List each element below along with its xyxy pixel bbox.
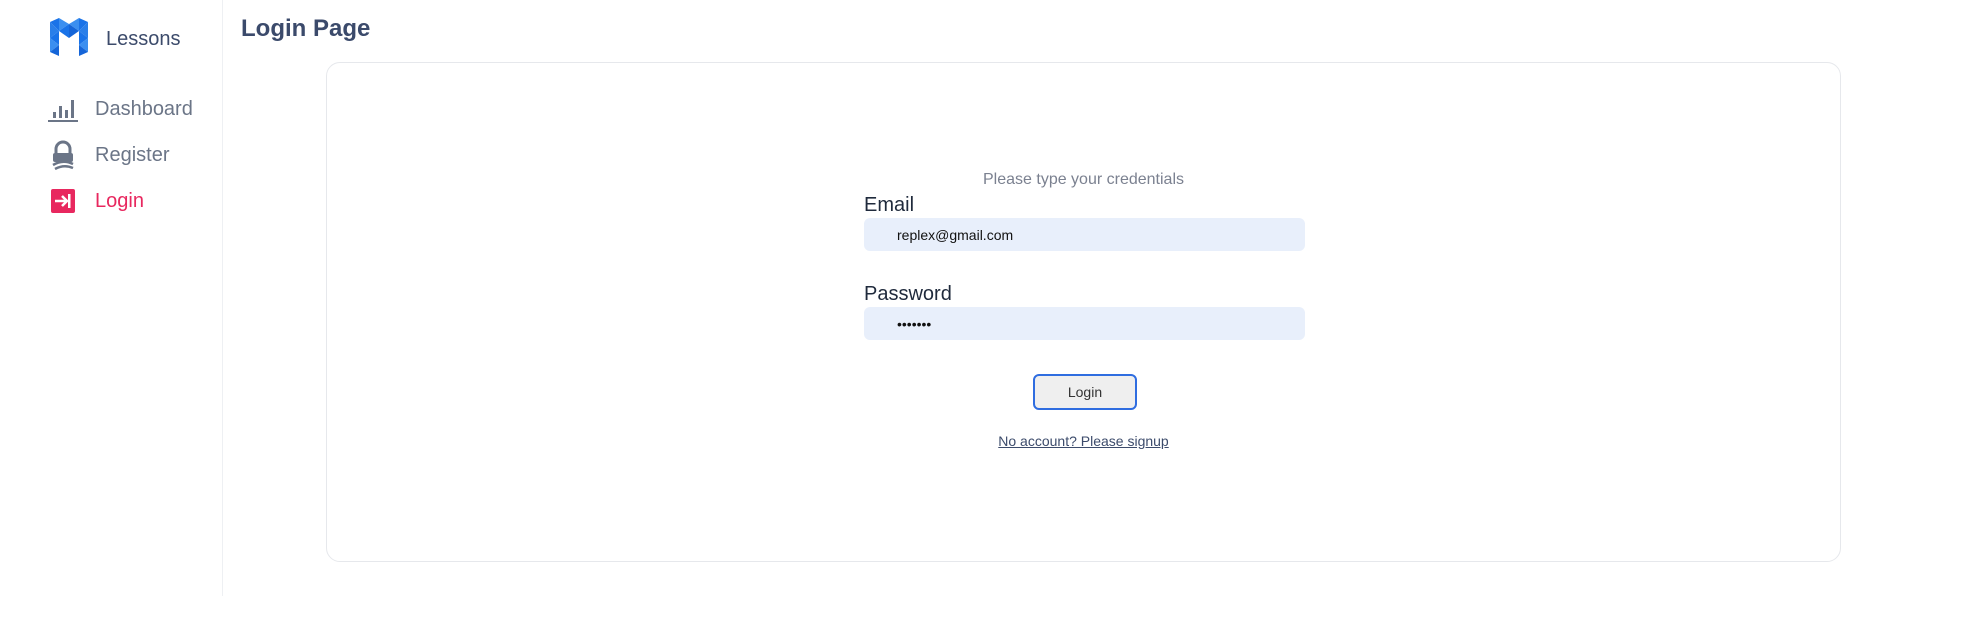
sidebar-item-register[interactable]: Register (47, 132, 193, 178)
brand[interactable]: Lessons (50, 18, 181, 61)
login-button[interactable]: Login (1033, 374, 1137, 410)
login-icon (47, 185, 79, 217)
sidebar-item-label: Login (95, 189, 144, 212)
sidebar-item-label: Dashboard (95, 97, 193, 120)
sidebar-item-login[interactable]: Login (47, 178, 193, 224)
sidebar: Lessons Dashboard Register Login (0, 0, 223, 596)
email-field[interactable] (864, 218, 1305, 251)
sidebar-nav: Dashboard Register Login (47, 86, 193, 224)
page-title: Login Page (241, 15, 371, 42)
password-field[interactable] (864, 307, 1305, 340)
email-label: Email (864, 194, 915, 216)
form-subtitle: Please type your credentials (983, 171, 1184, 188)
sidebar-item-dashboard[interactable]: Dashboard (47, 86, 193, 132)
sidebar-item-label: Register (95, 143, 170, 166)
password-label: Password (864, 283, 952, 305)
login-card: Please type your credentials Email Passw… (326, 62, 1841, 562)
logo-icon (50, 18, 88, 61)
signup-link-text[interactable]: No account? Please signup (998, 433, 1168, 449)
signup-link[interactable]: No account? Please signup (327, 433, 1840, 449)
bar-chart-icon (47, 93, 79, 125)
brand-label: Lessons (106, 28, 181, 50)
user-lock-icon (47, 139, 79, 171)
